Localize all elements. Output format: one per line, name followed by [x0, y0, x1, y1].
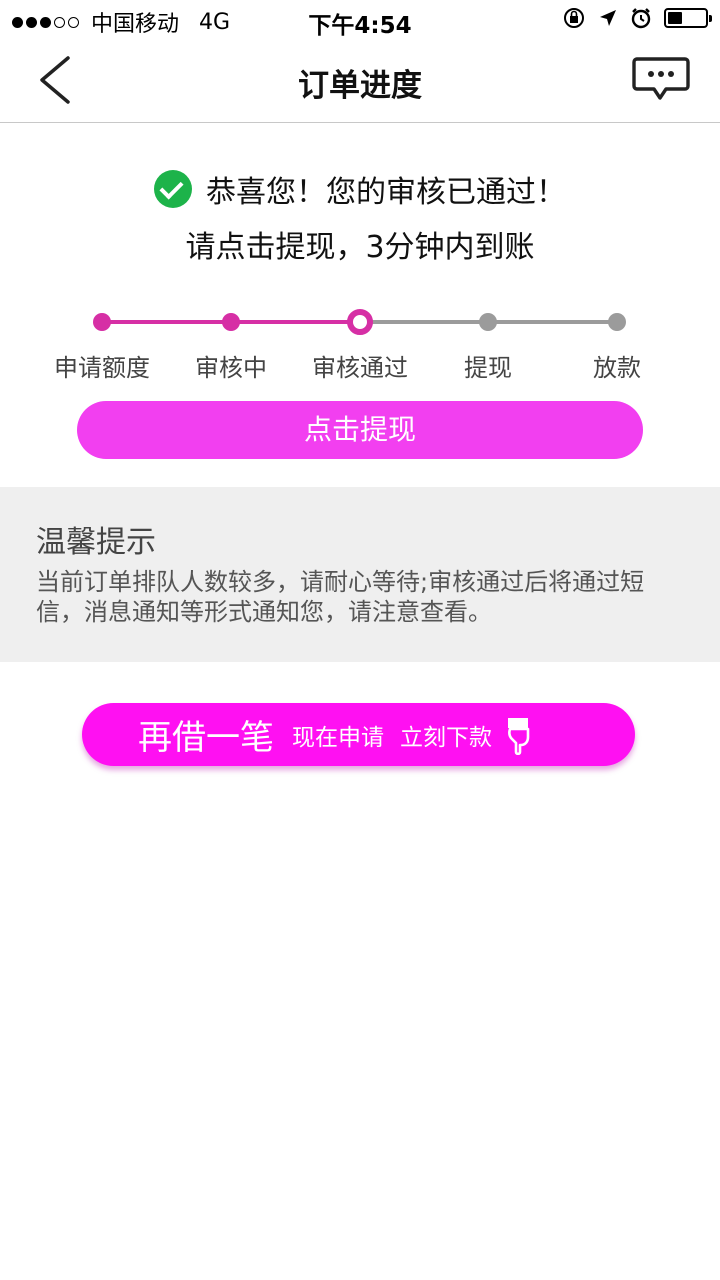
- tips-section: 温馨提示 当前订单排队人数较多，请耐心等待;审核通过后将通过短信，消息通知等形式…: [0, 487, 720, 662]
- tips-body: 当前订单排队人数较多，请耐心等待;审核通过后将通过短信，消息通知等形式通知您，请…: [36, 568, 645, 626]
- status-bar: 中国移动 4G 下午4:54: [0, 0, 720, 40]
- progress-track-segment: [360, 320, 488, 324]
- alarm-clock-icon: [631, 8, 651, 29]
- tips-title: 温馨提示: [36, 525, 156, 560]
- progress-step-dot: [93, 313, 111, 331]
- progress-step-dot: [608, 313, 626, 331]
- location-arrow-icon: [600, 10, 616, 26]
- nav-bar: 订单进度: [0, 40, 720, 123]
- progress-track-segment: [231, 320, 360, 324]
- progress-step-label: 申请额度: [54, 354, 150, 382]
- borrow-sub-label-apply: 现在申请: [292, 724, 384, 751]
- progress-step-label: 放款: [593, 354, 641, 382]
- borrow-main-label: 再借一笔: [138, 718, 274, 758]
- order-progress-page: 中国移动 4G 下午4:54 订单进度 恭喜您！您的审核已通过！ 请点击提现，3…: [0, 0, 720, 1280]
- message-icon[interactable]: [632, 56, 690, 102]
- check-circle-icon: [154, 170, 192, 208]
- pointing-hand-icon: [508, 717, 530, 755]
- withdraw-button[interactable]: 点击提现: [77, 401, 643, 459]
- borrow-sub-label-disburse: 立刻下款: [400, 724, 492, 751]
- progress-step-dot: [222, 313, 240, 331]
- progress-step-dot: [479, 313, 497, 331]
- page-title: 订单进度: [298, 68, 422, 104]
- progress-step-label: 审核通过: [312, 354, 408, 382]
- progress-steps: 申请额度 审核中 审核通过 提现 放款: [0, 300, 720, 390]
- success-text: 恭喜您！您的审核已通过！: [206, 175, 566, 210]
- progress-step-dot: [347, 309, 373, 335]
- progress-track-segment: [102, 320, 231, 324]
- success-message: 恭喜您！您的审核已通过！ 请点击提现，3分钟内到账: [0, 165, 720, 266]
- progress-step-label: 审核中: [195, 354, 267, 382]
- progress-track-segment: [488, 320, 617, 324]
- success-subtext: 请点击提现，3分钟内到账: [185, 230, 535, 265]
- rotation-lock-icon: [564, 8, 584, 28]
- borrow-again-button[interactable]: 再借一笔 现在申请 立刻下款: [82, 703, 635, 766]
- progress-step-label: 提现: [464, 354, 512, 382]
- success-headline: 恭喜您！您的审核已通过！: [0, 165, 720, 213]
- battery-icon: [664, 8, 712, 28]
- status-right: [562, 6, 712, 30]
